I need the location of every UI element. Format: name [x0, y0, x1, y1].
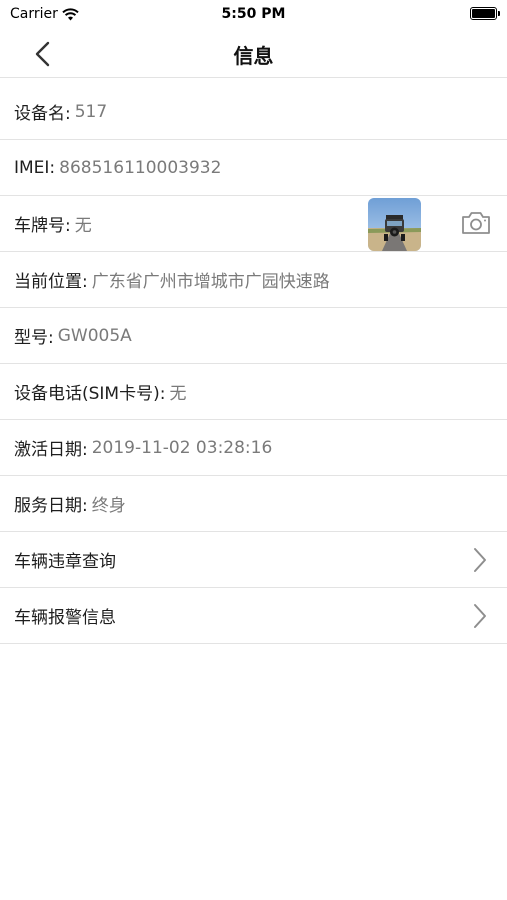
- plate-number-value: 无: [74, 216, 92, 236]
- plate-number-row: 车牌号: 无: [0, 196, 507, 252]
- status-bar: Carrier 5:50 PM: [0, 0, 507, 28]
- model-row: 型号: GW005A: [0, 308, 507, 364]
- alarm-info-row[interactable]: 车辆报警信息: [0, 588, 507, 644]
- camera-icon[interactable]: [461, 210, 491, 236]
- service-date-value: 终身: [91, 496, 126, 516]
- service-date-label: 服务日期:: [14, 496, 88, 516]
- alarm-info-label: 车辆报警信息: [14, 608, 116, 628]
- chevron-right-icon: [474, 604, 486, 628]
- imei-row: IMEI: 868516110003932: [0, 140, 507, 196]
- sim-number-label: 设备电话(SIM卡号):: [14, 384, 166, 404]
- activation-date-label: 激活日期:: [14, 440, 88, 460]
- sim-number-value: 无: [169, 384, 187, 404]
- device-name-row: 设备名: 517: [0, 84, 507, 140]
- battery-icon: [470, 7, 500, 20]
- model-value: GW005A: [57, 325, 132, 346]
- status-time: 5:50 PM: [221, 6, 286, 22]
- imei-label: IMEI:: [14, 157, 56, 178]
- activation-date-row: 激活日期: 2019-11-02 03:28:16: [0, 420, 507, 476]
- navigation-bar: 信息: [0, 28, 507, 78]
- device-info-screen: Carrier 5:50 PM 信息 设备名: 517 IMEI: 868516…: [0, 0, 507, 900]
- imei-value: 868516110003932: [59, 157, 222, 178]
- plate-number-label: 车牌号:: [14, 216, 71, 236]
- info-list: 设备名: 517 IMEI: 868516110003932 车牌号: 无 当前…: [0, 84, 507, 644]
- current-location-label: 当前位置:: [14, 272, 88, 292]
- current-location-row: 当前位置: 广东省广州市增城市广园快速路: [0, 252, 507, 308]
- service-date-row: 服务日期: 终身: [0, 476, 507, 532]
- device-name-value: 517: [74, 101, 108, 122]
- sim-number-row: 设备电话(SIM卡号): 无: [0, 364, 507, 420]
- chevron-right-icon: [474, 548, 486, 572]
- activation-date-value: 2019-11-02 03:28:16: [91, 437, 273, 458]
- device-name-label: 设备名:: [14, 104, 71, 124]
- violation-query-row[interactable]: 车辆违章查询: [0, 532, 507, 588]
- current-location-value: 广东省广州市增城市广园快速路: [91, 272, 330, 292]
- violation-query-label: 车辆违章查询: [14, 552, 116, 572]
- vehicle-photo-thumbnail[interactable]: [368, 198, 421, 251]
- model-label: 型号:: [14, 328, 54, 348]
- page-title: 信息: [233, 44, 274, 68]
